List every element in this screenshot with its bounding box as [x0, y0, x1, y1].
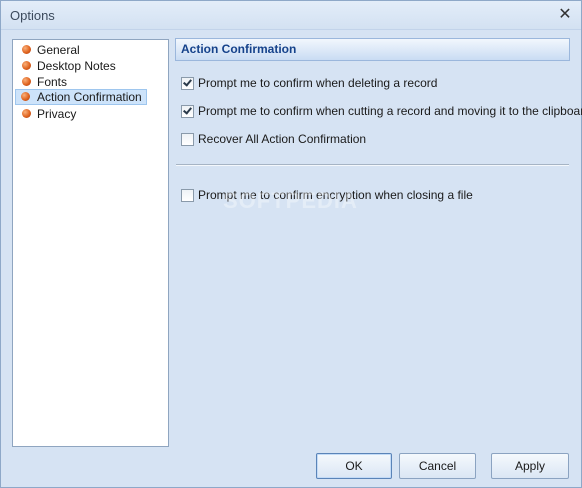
title-bar[interactable]: Options ✕	[1, 1, 581, 30]
sidebar-item-label: General	[37, 43, 80, 57]
sidebar-item-label: Desktop Notes	[37, 59, 116, 73]
bullet-icon	[22, 45, 31, 54]
checkbox[interactable]	[181, 189, 194, 202]
sidebar-item-general[interactable]: General	[16, 42, 84, 58]
sidebar-item-label: Fonts	[37, 75, 68, 89]
options-category-list[interactable]: General Desktop Notes Fonts Action Confi…	[12, 39, 169, 447]
options-dialog: Options ✕ General Desktop Notes Fonts Ac…	[0, 0, 582, 488]
bullet-icon	[22, 77, 31, 86]
divider	[176, 164, 569, 166]
checkbox-label: Prompt me to confirm when cutting a reco…	[198, 104, 582, 118]
bullet-icon	[22, 109, 31, 118]
sidebar-item-desktop-notes[interactable]: Desktop Notes	[16, 58, 120, 74]
sidebar-item-action-confirmation[interactable]: Action Confirmation	[15, 89, 147, 105]
window-title: Options	[10, 8, 55, 23]
section-title: Action Confirmation	[181, 42, 297, 56]
apply-button[interactable]: Apply	[491, 453, 569, 479]
checkbox[interactable]	[181, 105, 194, 118]
ok-button[interactable]: OK	[316, 453, 392, 479]
section-header: Action Confirmation	[175, 38, 570, 61]
close-icon[interactable]: ✕	[556, 6, 574, 24]
sidebar-item-privacy[interactable]: Privacy	[16, 106, 80, 122]
checkbox[interactable]	[181, 133, 194, 146]
checkbox-label: Recover All Action Confirmation	[198, 132, 367, 146]
sidebar-item-label: Action Confirmation	[37, 90, 142, 104]
bullet-icon	[22, 61, 31, 70]
bullet-icon	[21, 92, 30, 101]
checkbox-label: Prompt me to confirm when deleting a rec…	[198, 76, 438, 90]
sidebar-item-label: Privacy	[37, 107, 77, 121]
cancel-button[interactable]: Cancel	[399, 453, 476, 479]
checkbox[interactable]	[181, 77, 194, 90]
sidebar-item-fonts[interactable]: Fonts	[16, 74, 71, 90]
checkbox-label: Prompt me to confirm encryption when clo…	[198, 188, 473, 202]
